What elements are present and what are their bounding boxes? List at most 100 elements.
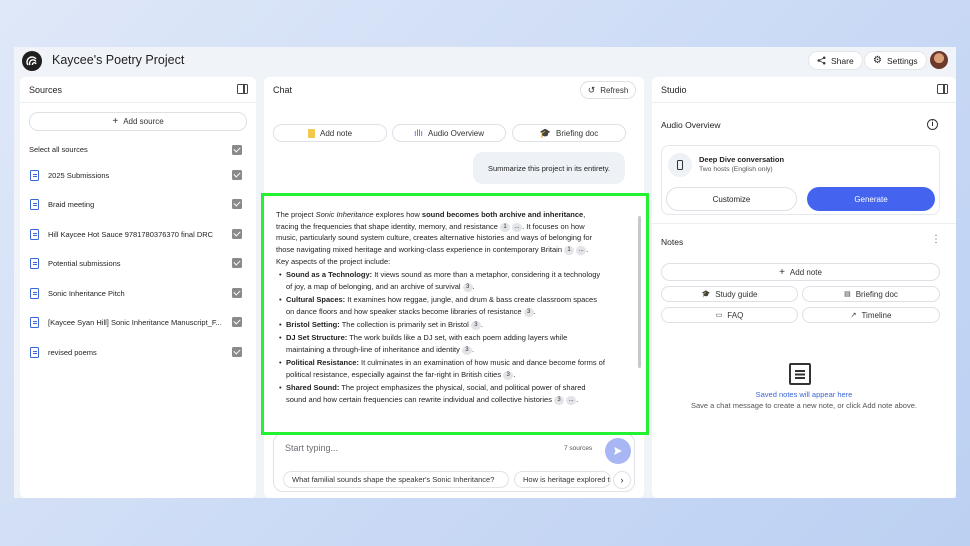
chat-input[interactable]: Start typing... bbox=[285, 443, 338, 453]
document-icon bbox=[30, 228, 39, 240]
citation-more[interactable]: ... bbox=[576, 246, 587, 256]
sources-title: Sources bbox=[29, 85, 63, 95]
studio-add-note-label: Add note bbox=[789, 267, 822, 277]
citation[interactable]: 1 bbox=[564, 246, 575, 256]
deep-dive-subtitle: Two hosts (English only) bbox=[699, 166, 773, 173]
plus-icon: + bbox=[112, 116, 119, 127]
aspects-heading: Key aspects of the project include: bbox=[276, 256, 391, 266]
source-label: 2025 Submissions bbox=[48, 170, 110, 180]
top-bar: Kaycee's Poetry Project Share ⚙ Settings bbox=[14, 47, 956, 75]
source-checkbox[interactable] bbox=[232, 170, 242, 180]
sources-panel: Sources + Add source Select all sources … bbox=[20, 77, 256, 498]
add-note-label: Add note bbox=[319, 128, 353, 138]
source-item[interactable]: Hill Kaycee Hot Sauce 9781780376370 fina… bbox=[30, 227, 252, 241]
collapse-panel-icon[interactable] bbox=[937, 84, 948, 94]
timeline-button[interactable]: ↗ Timeline bbox=[802, 307, 940, 323]
generate-button[interactable]: Generate bbox=[807, 187, 935, 211]
document-icon bbox=[30, 287, 39, 299]
note-icon bbox=[307, 128, 315, 138]
studio-add-note-button[interactable]: + Add note bbox=[661, 263, 940, 281]
notebooklm-logo-icon[interactable] bbox=[22, 51, 42, 71]
source-label: revised poems bbox=[48, 347, 97, 357]
source-checkbox[interactable] bbox=[232, 229, 242, 239]
studio-briefing-doc-button[interactable]: ▤ Briefing doc bbox=[802, 286, 940, 302]
notebook-title[interactable]: Kaycee's Poetry Project bbox=[52, 53, 184, 67]
share-icon bbox=[817, 56, 826, 65]
source-item[interactable]: Potential submissions bbox=[30, 256, 252, 270]
citation[interactable]: 3 bbox=[554, 395, 565, 405]
bullet-title: Political Resistance: bbox=[286, 357, 359, 367]
source-checkbox[interactable] bbox=[232, 288, 242, 298]
scrollbar[interactable] bbox=[638, 216, 641, 368]
bullet-title: Sound as a Technology: bbox=[286, 270, 373, 280]
add-source-button[interactable]: + Add source bbox=[29, 112, 247, 131]
answer-body: The project Sonic Inheritance explores h… bbox=[276, 209, 606, 405]
source-checkbox[interactable] bbox=[232, 317, 242, 327]
list-item: Cultural Spaces: It examines how reggae,… bbox=[276, 294, 606, 317]
bullet-title: DJ Set Structure: bbox=[286, 333, 348, 343]
timeline-icon: ↗ bbox=[850, 312, 857, 319]
briefing-doc-button[interactable]: 🎓 Briefing doc bbox=[512, 124, 626, 142]
list-item: Bristol Setting: The collection is prima… bbox=[276, 319, 606, 331]
document-icon bbox=[30, 169, 39, 181]
citation[interactable]: 3 bbox=[462, 282, 473, 292]
deep-dive-title: Deep Dive conversation bbox=[699, 155, 785, 164]
study-guide-button[interactable]: 🎓 Study guide bbox=[661, 286, 798, 302]
info-icon[interactable]: i bbox=[927, 119, 938, 130]
source-checkbox[interactable] bbox=[232, 199, 242, 209]
source-item[interactable]: revised poems bbox=[30, 345, 252, 359]
notes-title: Notes bbox=[661, 237, 684, 247]
source-checkbox[interactable] bbox=[232, 347, 242, 357]
source-checkbox[interactable] bbox=[232, 258, 242, 268]
more-vert-icon[interactable]: ⋮ bbox=[931, 234, 941, 245]
source-label: Potential submissions bbox=[48, 258, 121, 268]
audio-overview-button[interactable]: ıllı Audio Overview bbox=[392, 124, 506, 142]
document-icon bbox=[30, 257, 39, 269]
studio-panel: Studio Audio Overview i Deep Dive conver… bbox=[652, 77, 956, 498]
share-button[interactable]: Share bbox=[808, 51, 863, 70]
citation[interactable]: 3 bbox=[470, 320, 481, 330]
suggestion-chip[interactable]: What familial sounds shape the speaker's… bbox=[283, 471, 509, 488]
audio-overview-title: Audio Overview bbox=[661, 120, 721, 130]
settings-button[interactable]: ⚙ Settings bbox=[864, 51, 927, 70]
select-all-checkbox[interactable] bbox=[232, 145, 242, 155]
sources-header: Sources bbox=[20, 77, 256, 103]
graduation-cap-icon: 🎓 bbox=[701, 291, 711, 298]
chevron-right-icon[interactable]: › bbox=[613, 471, 631, 489]
divider bbox=[652, 223, 956, 224]
document-icon bbox=[30, 316, 39, 328]
customize-button[interactable]: Customize bbox=[666, 187, 797, 211]
send-button[interactable] bbox=[605, 438, 631, 464]
list-item: Political Resistance: It culminates in a… bbox=[276, 357, 606, 380]
sources-count: 7 sources bbox=[564, 445, 593, 452]
avatar[interactable] bbox=[930, 51, 948, 69]
refresh-button[interactable]: ↺ Refresh bbox=[580, 81, 636, 99]
plus-icon: + bbox=[779, 266, 785, 278]
studio-briefing-doc-label: Briefing doc bbox=[855, 289, 898, 299]
refresh-label: Refresh bbox=[600, 85, 629, 95]
citation[interactable]: 3 bbox=[503, 370, 514, 380]
bullet-text: The collection is primarily set in Brist… bbox=[339, 319, 471, 329]
add-note-button[interactable]: Add note bbox=[273, 124, 387, 142]
select-all-label: Select all sources bbox=[29, 145, 88, 154]
gear-icon: ⚙ bbox=[873, 55, 882, 66]
source-item[interactable]: [Kaycee Syan Hill] Sonic Inheritance Man… bbox=[30, 315, 252, 329]
source-item[interactable]: Sonic Inheritance Pitch bbox=[30, 286, 252, 300]
citation-more[interactable]: ... bbox=[566, 395, 577, 405]
collapse-panel-icon[interactable] bbox=[237, 84, 248, 94]
source-item[interactable]: Braid meeting bbox=[30, 197, 252, 211]
send-icon bbox=[614, 447, 622, 455]
chat-answer: The project Sonic Inheritance explores h… bbox=[261, 193, 649, 435]
faq-button[interactable]: ▭ FAQ bbox=[661, 307, 798, 323]
notes-empty-icon bbox=[789, 363, 811, 385]
citation[interactable]: 3 bbox=[461, 345, 472, 355]
citation[interactable]: 3 bbox=[523, 307, 534, 317]
studio-title: Studio bbox=[661, 85, 687, 95]
citation-more[interactable]: ... bbox=[512, 222, 523, 232]
bullet-title: Cultural Spaces: bbox=[286, 294, 346, 304]
source-label: Sonic Inheritance Pitch bbox=[48, 288, 125, 298]
citation[interactable]: 1 bbox=[500, 222, 511, 232]
answer-intro: The project Sonic Inheritance explores h… bbox=[276, 210, 592, 256]
suggestion-chip[interactable]: How is heritage explored through sound? bbox=[514, 471, 611, 488]
source-item[interactable]: 2025 Submissions bbox=[30, 168, 252, 182]
